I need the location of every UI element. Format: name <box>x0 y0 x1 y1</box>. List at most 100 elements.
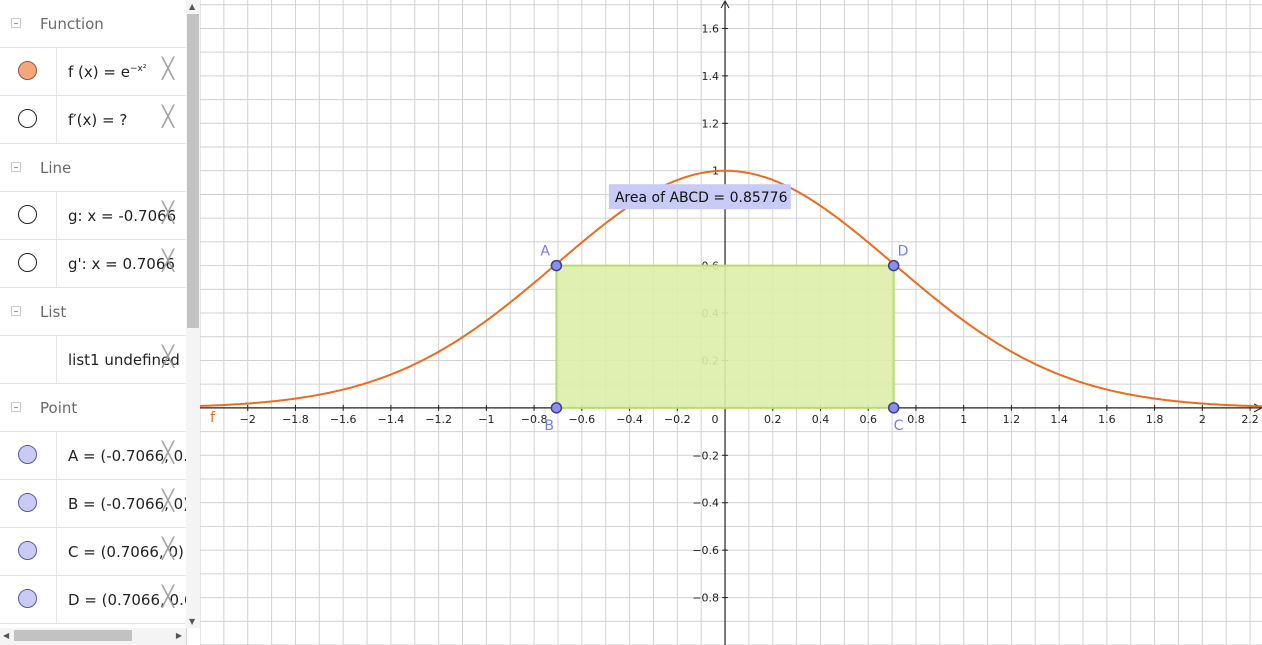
point-d[interactable] <box>887 259 900 272</box>
visibility-cell[interactable] <box>0 48 57 95</box>
x-tick-label: 0.2 <box>764 413 782 426</box>
curve-label-f: f <box>210 410 216 426</box>
y-tick-label: −0.8 <box>692 592 719 605</box>
y-tick-label: 1.6 <box>702 22 720 35</box>
algebra-item-definition: g: x = -0.7066 <box>68 207 177 225</box>
visibility-cell[interactable] <box>0 480 57 527</box>
x-tick-label: 2 <box>1199 413 1206 426</box>
visibility-toggle-icon[interactable] <box>18 493 37 512</box>
y-tick-label: 1.4 <box>702 70 720 83</box>
area-label-text: Area of ABCD = 0.85776 <box>615 190 788 206</box>
point-c[interactable] <box>887 402 900 414</box>
visibility-cell[interactable] <box>0 192 57 239</box>
visibility-toggle-icon[interactable] <box>18 205 37 224</box>
x-tick-label: 0 <box>712 413 719 426</box>
y-tick-label: −0.6 <box>692 544 719 557</box>
delete-icon[interactable]: ╳ <box>162 202 174 222</box>
algebra-view: Function f (x) = e−x² ╳ f′(x) = ? ╳ Line g: x … <box>0 0 187 645</box>
algebra-item[interactable]: D = (0.7066, 0.6 ╳ <box>0 576 186 624</box>
point-label-c: C <box>894 418 904 434</box>
x-tick-label: −0.6 <box>568 413 595 426</box>
visibility-toggle-icon[interactable] <box>18 61 37 80</box>
area-label[interactable]: Area of ABCD = 0.85776 <box>608 184 791 210</box>
x-tick-label: 1.8 <box>1146 413 1164 426</box>
delete-icon[interactable]: ╳ <box>162 538 174 558</box>
visibility-cell[interactable] <box>0 432 57 479</box>
group-header-list[interactable]: List <box>0 288 186 336</box>
x-tick-label: 1.4 <box>1050 413 1068 426</box>
delete-icon[interactable]: ╳ <box>162 106 174 126</box>
point-label-d: D <box>898 244 909 260</box>
delete-icon[interactable]: ╳ <box>162 442 174 462</box>
graphics-view[interactable]: −2 −1.8 −1.6 −1.4 −1.2 −1 −0.8 −0.6 −0.4 −0.2 0 0.2… <box>200 0 1262 645</box>
scroll-right-arrow-icon[interactable]: ▶ <box>176 631 182 640</box>
algebra-item[interactable]: list1 undefined ╳ <box>0 336 186 384</box>
y-tick-label: −0.2 <box>692 449 719 462</box>
x-tick-label: −1.2 <box>425 413 452 426</box>
scroll-up-arrow-icon[interactable]: ▲ <box>189 2 195 11</box>
algebra-vertical-scrollbar[interactable]: ▲ ▼ <box>186 0 200 628</box>
point-label-b: B <box>544 418 554 434</box>
algebra-item-definition: f′(x) = ? <box>68 111 128 129</box>
visibility-cell[interactable] <box>0 576 57 623</box>
area-rectangle-abcd[interactable] <box>555 264 895 409</box>
collapse-toggle-icon[interactable] <box>11 161 21 172</box>
x-tick-label: −0.4 <box>616 413 643 426</box>
collapse-toggle-icon[interactable] <box>11 401 21 412</box>
algebra-item[interactable]: C = (0.7066, 0) ╳ <box>0 528 186 576</box>
x-tick-label: 0.6 <box>859 413 877 426</box>
visibility-toggle-icon[interactable] <box>18 589 37 608</box>
algebra-item[interactable]: A = (-0.7066, 0.6 ╳ <box>0 432 186 480</box>
x-tick-label: 0.8 <box>907 413 925 426</box>
scroll-left-arrow-icon[interactable]: ◀ <box>3 631 9 640</box>
collapse-toggle-icon[interactable] <box>11 305 21 316</box>
x-tick-label: −1.8 <box>282 413 309 426</box>
scroll-down-arrow-icon[interactable]: ▼ <box>189 617 195 626</box>
x-tick-label: −2 <box>240 413 256 426</box>
algebra-item[interactable]: g': x = 0.7066 ╳ <box>0 240 186 288</box>
x-tick-label: 1 <box>960 413 967 426</box>
visibility-toggle-icon[interactable] <box>18 253 37 272</box>
x-tick-label: 1.6 <box>1098 413 1116 426</box>
x-tick-label: −1.4 <box>378 413 405 426</box>
group-header-function[interactable]: Function <box>0 0 186 48</box>
y-tick-label: −0.4 <box>692 497 719 510</box>
algebra-item-definition: g': x = 0.7066 <box>68 255 175 273</box>
visibility-cell[interactable] <box>0 336 57 383</box>
vertical-scroll-thumb[interactable] <box>187 14 199 328</box>
visibility-cell[interactable] <box>0 96 57 143</box>
x-tick-label: 2.2 <box>1241 413 1259 426</box>
x-tick-label: 0.4 <box>812 413 830 426</box>
visibility-cell[interactable] <box>0 240 57 287</box>
x-tick-label: −1 <box>478 413 494 426</box>
algebra-item[interactable]: f (x) = e−x² ╳ <box>0 48 186 96</box>
visibility-toggle-icon[interactable] <box>18 109 37 128</box>
x-tick-label: 1.2 <box>1003 413 1021 426</box>
point-label-a: A <box>540 244 550 260</box>
exponent: −x² <box>129 64 147 74</box>
point-b[interactable] <box>550 402 563 414</box>
group-label: Point <box>40 399 78 417</box>
visibility-toggle-icon[interactable] <box>18 541 37 560</box>
point-a[interactable] <box>550 259 563 272</box>
algebra-item[interactable]: B = (-0.7066, 0) ╳ <box>0 480 186 528</box>
delete-icon[interactable]: ╳ <box>162 58 174 78</box>
visibility-cell[interactable] <box>0 528 57 575</box>
x-tick-label: −1.6 <box>330 413 357 426</box>
algebra-item[interactable]: f′(x) = ? ╳ <box>0 96 186 144</box>
horizontal-scroll-thumb[interactable] <box>14 630 132 641</box>
visibility-toggle-icon[interactable] <box>18 445 37 464</box>
delete-icon[interactable]: ╳ <box>162 346 174 366</box>
delete-icon[interactable]: ╳ <box>162 250 174 270</box>
algebra-item-definition: f (x) = e <box>68 63 130 81</box>
delete-icon[interactable]: ╳ <box>162 586 174 606</box>
x-tick-label: −0.2 <box>664 413 691 426</box>
algebra-item[interactable]: g: x = -0.7066 ╳ <box>0 192 186 240</box>
group-label: List <box>40 303 67 321</box>
delete-icon[interactable]: ╳ <box>162 490 174 510</box>
group-header-line[interactable]: Line <box>0 144 186 192</box>
collapse-toggle-icon[interactable] <box>11 17 21 28</box>
group-header-point[interactable]: Point <box>0 384 186 432</box>
algebra-horizontal-scrollbar[interactable]: ◀ ▶ <box>0 628 186 645</box>
y-tick-label: 1.2 <box>702 117 720 130</box>
